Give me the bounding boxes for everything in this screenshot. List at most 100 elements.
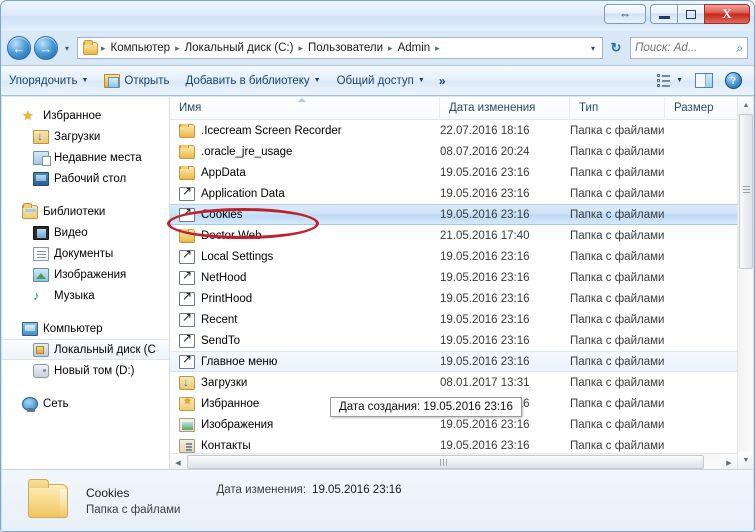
table-row[interactable]: AppData 19.05.2016 23:16 Папка с файлами [170, 162, 737, 183]
scroll-up-button[interactable]: ▲ [738, 97, 753, 114]
chevron-down-icon[interactable]: ▾ [591, 44, 600, 53]
minimize-button[interactable] [650, 4, 678, 24]
organize-label: Упорядочить [9, 74, 78, 87]
pictures-icon [33, 267, 49, 282]
junction-folder-icon [179, 270, 195, 285]
table-row[interactable]: Doctor Web 21.05.2016 17:40 Папка с файлам… [170, 225, 737, 246]
search-box[interactable]: ⌕ [630, 37, 748, 59]
scroll-down-button[interactable]: ▼ [738, 452, 753, 469]
file-name-label: Cookies [201, 208, 243, 221]
table-row[interactable]: Загрузки 08.01.2017 13:31 Папка с файлами [170, 372, 737, 393]
refresh-button[interactable]: ↻ [605, 37, 627, 59]
navigation-pane[interactable]: ★ Избранное Загрузки Недавние места Рабо… [2, 97, 170, 469]
cell-type: Папка с файлами [570, 208, 665, 221]
sidebar-item-video[interactable]: Видео [2, 222, 169, 243]
sidebar-item-recent-places[interactable]: Недавние места [2, 147, 169, 168]
column-header-name[interactable]: Имя [170, 97, 440, 120]
forward-button[interactable]: → [34, 36, 58, 60]
column-header-type[interactable]: Тип [570, 97, 665, 120]
sidebar-item-documents[interactable]: Документы [2, 243, 169, 264]
file-name-label: Избранное [201, 397, 260, 410]
table-row[interactable]: .oracle_jre_usage 08.07.2016 20:24 Папка с… [170, 141, 737, 162]
address-bar: ← → ▾ ▸ Компьютер ▸ Локальный диск (C:) … [1, 31, 754, 65]
preview-pane-button[interactable] [690, 69, 718, 92]
table-row[interactable]: Application Data 19.05.2016 23:16 Папка с … [170, 183, 737, 204]
open-button[interactable]: Открыть [96, 69, 177, 92]
table-row[interactable]: Контакты 19.05.2016 23:16 Папка с файлами [170, 435, 737, 453]
cell-type: Папка с файлами [570, 376, 665, 389]
maximize-button[interactable] [677, 4, 705, 24]
table-row[interactable]: SendTo 19.05.2016 23:16 Папка с файлами [170, 330, 737, 351]
table-row[interactable]: Recent 19.05.2016 23:16 Папка с файлами [170, 309, 737, 330]
organize-button[interactable]: Упорядочить ▼ [1, 69, 96, 92]
cell-name: NetHood [170, 270, 440, 285]
cell-type: Папка с файлами [570, 145, 665, 158]
cell-name: Doctor Web [170, 228, 440, 243]
scroll-left-button[interactable]: ◀ [170, 454, 186, 469]
sidebar-item-downloads[interactable]: Загрузки [2, 126, 169, 147]
help-button[interactable]: ? [721, 69, 746, 92]
table-row[interactable]: Cookies 19.05.2016 23:16 Папка с файлами [170, 204, 737, 225]
details-pane: Cookies Папка с файлами Дата изменения: 1… [2, 469, 753, 531]
hard-drive-icon [33, 342, 49, 357]
toolbar-overflow-button[interactable]: » [433, 74, 452, 88]
details-item-type: Папка с файлами [86, 503, 181, 516]
breadcrumb[interactable]: ▸ Компьютер ▸ Локальный диск (C:) ▸ Поль… [77, 37, 603, 59]
recent-places-icon [33, 150, 51, 166]
file-name-label: Контакты [201, 439, 251, 452]
cell-type: Папка с файлами [570, 418, 665, 431]
column-header-size[interactable]: Размер [665, 97, 735, 120]
breadcrumb-item-users[interactable]: Пользователи [304, 41, 387, 55]
cell-name: PrintHood [170, 291, 440, 306]
breadcrumb-separator[interactable]: ▸ [434, 43, 441, 54]
junction-folder-icon [179, 186, 195, 201]
double-chevron-icon: » [438, 73, 446, 88]
sidebar-group-libraries[interactable]: Библиотеки [2, 201, 169, 222]
vertical-scrollbar[interactable]: ▲ ▼ [737, 97, 753, 469]
back-button[interactable]: ← [7, 36, 31, 60]
restore-updown-button[interactable]: ⇔ [604, 4, 646, 24]
details-text-group: Cookies Папка с файлами [86, 486, 180, 516]
breadcrumb-item-admin[interactable]: Admin [394, 41, 435, 55]
star-icon: ★ [22, 107, 34, 123]
column-header-row: Имя Дата изменения Тип Размер [170, 97, 753, 120]
table-row[interactable]: PrintHood 19.05.2016 23:16 Папка с файлами [170, 288, 737, 309]
file-name-label: Главное меню [201, 355, 278, 368]
table-row[interactable]: Изображения 19.05.2016 23:16 Папка с файла… [170, 414, 737, 435]
sidebar-item-pictures[interactable]: Изображения [2, 264, 169, 285]
sidebar-item-desktop[interactable]: Рабочий стол [2, 168, 169, 189]
horizontal-scroll-thumb[interactable] [187, 455, 704, 469]
minimize-icon [658, 15, 670, 19]
chevron-down-icon: ▼ [676, 77, 683, 84]
breadcrumb-item-local-disk[interactable]: Локальный диск (C:) [181, 41, 298, 55]
cell-name: Cookies [170, 207, 440, 222]
sidebar-item-music[interactable]: ♪ Музыка [2, 285, 169, 306]
change-view-button[interactable]: ▼ [653, 70, 687, 92]
cell-date-modified: 19.05.2016 23:16 [440, 313, 530, 326]
sidebar-item-new-volume-d[interactable]: Новый том (D:) [2, 360, 169, 381]
open-folder-icon [104, 73, 121, 88]
close-button[interactable]: X [704, 4, 750, 24]
sidebar-group-favorites[interactable]: ★ Избранное [2, 105, 169, 126]
file-name-label: .oracle_jre_usage [201, 145, 293, 158]
horizontal-scrollbar[interactable]: ◀ ▶ [170, 453, 737, 469]
add-to-library-button[interactable]: Добавить в библиотеку ▼ [178, 69, 329, 92]
table-row[interactable]: Local Settings 19.05.2016 23:16 Папка с фа… [170, 246, 737, 267]
table-row[interactable]: Главное меню 19.05.2016 23:16 Папка с файл… [170, 351, 737, 372]
sidebar-group-computer[interactable]: Компьютер [2, 318, 169, 339]
table-row[interactable]: NetHood 19.05.2016 23:16 Папка с файлами [170, 267, 737, 288]
recent-locations-button[interactable]: ▾ [60, 44, 74, 53]
sidebar-label: Локальный диск (C [54, 343, 156, 356]
table-row[interactable]: .Icecream Screen Recorder 22.07.2016 18:1… [170, 120, 737, 141]
favorites-folder-icon [179, 396, 195, 411]
column-header-date[interactable]: Дата изменения [440, 97, 570, 120]
search-input[interactable] [635, 42, 737, 54]
vertical-scroll-thumb[interactable] [739, 114, 753, 269]
sidebar-label: Новый том (D:) [54, 364, 135, 377]
share-button[interactable]: Общий доступ ▼ [329, 69, 433, 92]
sidebar-group-network[interactable]: Сеть [2, 393, 169, 414]
breadcrumb-item-computer[interactable]: Компьютер [107, 41, 175, 55]
scroll-right-button[interactable]: ▶ [721, 454, 737, 469]
file-name-label: Doctor Web [201, 229, 262, 242]
sidebar-item-local-disk-c[interactable]: Локальный диск (C [2, 339, 169, 360]
